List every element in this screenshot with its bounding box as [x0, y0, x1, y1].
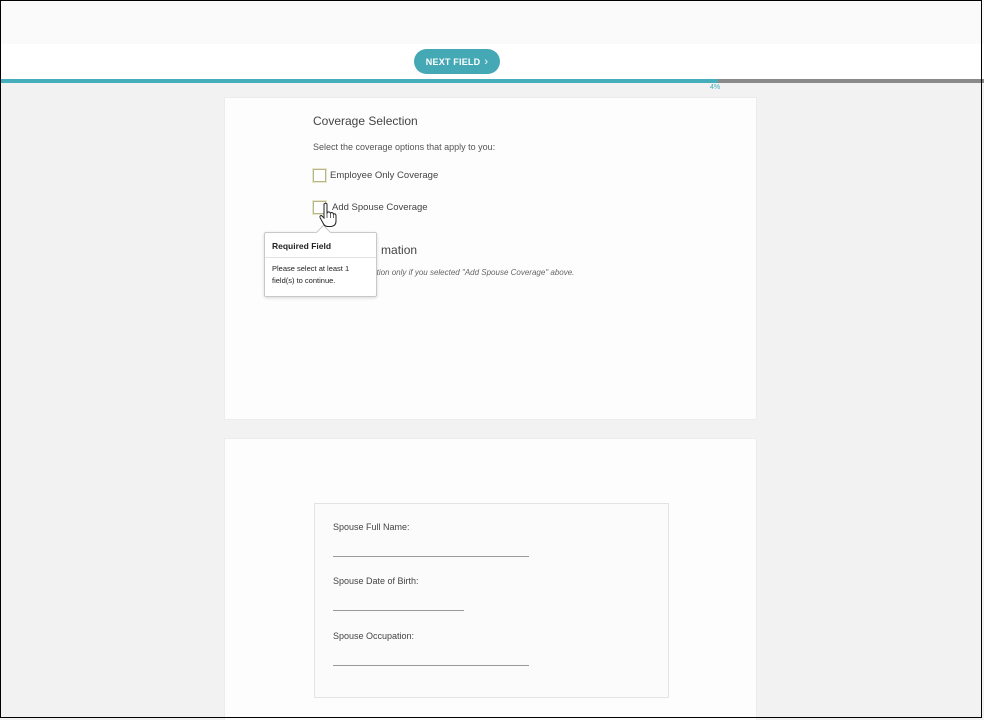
add-spouse-coverage-label: Add Spouse Coverage: [332, 202, 428, 213]
required-field-tooltip: Required Field Please select at least 1 …: [264, 232, 377, 297]
spouse-fields-box: [314, 503, 669, 698]
employee-only-coverage-option[interactable]: Employee Only Coverage: [313, 169, 438, 182]
spouse-occupation-input[interactable]: [333, 665, 529, 666]
progress-bar-fill: [0, 79, 719, 83]
spouse-dob-label: Spouse Date of Birth:: [333, 576, 419, 586]
tooltip-title: Required Field: [265, 233, 376, 258]
chevron-right-icon: ›: [484, 55, 489, 68]
spouse-dob-input[interactable]: [333, 610, 464, 611]
next-field-label: NEXT FIELD: [425, 56, 481, 67]
employee-only-coverage-label: Employee Only Coverage: [330, 170, 439, 181]
next-field-button[interactable]: NEXT FIELD ›: [414, 49, 500, 74]
coverage-section-title: Coverage Selection: [313, 114, 418, 128]
spouse-occupation-label: Spouse Occupation:: [333, 631, 415, 641]
spouse-full-name-input[interactable]: [333, 556, 529, 557]
coverage-instructions: Select the coverage options that apply t…: [313, 142, 496, 152]
spouse-full-name-label: Spouse Full Name:: [333, 522, 410, 532]
progress-bar: [0, 79, 984, 83]
employee-only-coverage-checkbox[interactable]: [313, 169, 326, 182]
progress-label: 4%: [710, 84, 721, 91]
tooltip-message: Please select at least 1 field(s) to con…: [272, 264, 350, 285]
hand-pointer-icon: [319, 202, 337, 227]
top-bar: [0, 0, 984, 45]
